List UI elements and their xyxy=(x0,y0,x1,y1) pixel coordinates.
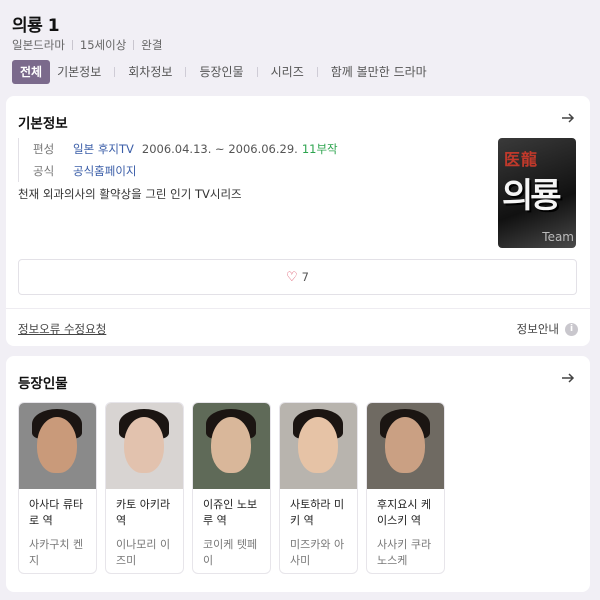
poster-team: Team xyxy=(542,230,574,244)
cast-role: 후지요시 케이스키 역 xyxy=(377,498,432,527)
like-button[interactable]: ♡ 7 xyxy=(18,259,577,295)
tab-episodes[interactable]: 회차정보 xyxy=(121,60,179,84)
channel-link[interactable]: 일본 후지TV xyxy=(73,142,134,156)
cast-role: 이쥬인 노보루 역 xyxy=(203,498,258,527)
info-rows: 편성 일본 후지TV 2006.04.13. ~ 2006.06.29. 11부작 … xyxy=(18,138,488,182)
info-icon: i xyxy=(565,322,578,336)
cast-role: 카토 아키라 역 xyxy=(116,498,171,527)
arrow-right-icon[interactable] xyxy=(560,370,576,386)
cast-photo xyxy=(106,403,183,489)
info-section: 편성 일본 후지TV 2006.04.13. ~ 2006.06.29. 11부작 … xyxy=(18,138,488,202)
cast-list: 아사다 류타로 역 사카구치 켄지 카토 아키라 역 이나모리 이즈미 이쥬인 … xyxy=(18,402,445,574)
cast-actor: 사카구치 켄지 xyxy=(29,538,84,567)
tab-series[interactable]: 시리즈 xyxy=(264,60,311,84)
tab-divider xyxy=(114,67,116,77)
poster-hanja: 医龍 xyxy=(504,150,539,169)
tab-bar: 전체 기본정보 회차정보 등장인물 시리즈 함께 볼만한 드라마 xyxy=(12,60,434,84)
broadcast-label: 편성 xyxy=(33,142,55,156)
tab-related-dramas[interactable]: 함께 볼만한 드라마 xyxy=(324,60,434,84)
official-label: 공식 xyxy=(33,164,55,178)
tab-divider xyxy=(256,67,258,77)
cast-title: 등장인물 xyxy=(18,376,68,392)
meta-rating: 15세이상 xyxy=(79,38,127,52)
cast-item[interactable]: 후지요시 케이스키 역 사사키 쿠라노스케 xyxy=(366,402,445,574)
cast-photo xyxy=(193,403,270,489)
meta-genre: 일본드라마 xyxy=(12,38,65,52)
like-count: 7 xyxy=(301,270,309,284)
broadcast-period: 2006.04.13. ~ 2006.06.29. xyxy=(141,142,298,156)
meta-divider xyxy=(71,40,73,50)
broadcast-value: 일본 후지TV 2006.04.13. ~ 2006.06.29. 11부작 xyxy=(73,141,338,157)
page-title: 의룡 1 xyxy=(12,16,60,36)
title-header: 의룡 1 일본드라마 15세이상 완결 전체 기본정보 회차정보 등장인물 시리… xyxy=(0,0,600,92)
heart-icon: ♡ xyxy=(286,269,298,285)
official-value: 공식홈페이지 xyxy=(73,163,136,179)
cast-role: 사토하라 미키 역 xyxy=(290,498,345,527)
meta-divider xyxy=(133,40,135,50)
basic-info-title: 기본정보 xyxy=(18,116,68,132)
cast-item[interactable]: 카토 아키라 역 이나모리 이즈미 xyxy=(105,402,184,574)
tab-all[interactable]: 전체 xyxy=(12,60,51,84)
report-error-link[interactable]: 정보오류 수정요청 xyxy=(18,321,106,337)
broadcast-row: 편성 일본 후지TV 2006.04.13. ~ 2006.06.29. 11부작 xyxy=(33,138,488,160)
tab-basic-info[interactable]: 기본정보 xyxy=(50,60,108,84)
tab-divider xyxy=(316,67,318,77)
tab-divider xyxy=(185,67,187,77)
cast-item[interactable]: 사토하라 미키 역 미즈카와 아사미 xyxy=(279,402,358,574)
cast-actor: 코이케 텟페이 xyxy=(203,538,258,567)
cast-actor: 사사키 쿠라노스케 xyxy=(377,538,432,567)
info-guide-button[interactable]: 정보안내 i xyxy=(517,321,578,337)
basic-info-card: 기본정보 편성 일본 후지TV 2006.04.13. ~ 2006.06.29.… xyxy=(6,96,590,346)
poster-title: 의룡 xyxy=(502,176,562,216)
description: 천재 외과의사의 활약상을 그린 인기 TV시리즈 xyxy=(18,187,242,201)
poster-image[interactable]: 医龍 의룡 Team xyxy=(498,138,576,248)
episode-count: 11부작 xyxy=(301,142,338,156)
title-meta: 일본드라마 15세이상 완결 xyxy=(12,37,162,53)
cast-photo xyxy=(367,403,444,489)
official-site-link[interactable]: 공식홈페이지 xyxy=(73,164,136,178)
official-row: 공식 공식홈페이지 xyxy=(33,160,488,182)
info-guide-label: 정보안내 xyxy=(516,322,559,336)
cast-item[interactable]: 이쥬인 노보루 역 코이케 텟페이 xyxy=(192,402,271,574)
arrow-right-icon[interactable] xyxy=(560,110,576,126)
cast-actor: 이나모리 이즈미 xyxy=(116,538,171,567)
tab-cast[interactable]: 등장인물 xyxy=(192,60,250,84)
cast-role: 아사다 류타로 역 xyxy=(29,498,84,527)
info-footer: 정보오류 수정요청 정보안내 i xyxy=(6,308,590,346)
meta-status: 완결 xyxy=(141,38,163,52)
cast-photo xyxy=(19,403,96,489)
cast-actor: 미즈카와 아사미 xyxy=(290,538,345,567)
cast-photo xyxy=(280,403,357,489)
cast-card: 등장인물 아사다 류타로 역 사카구치 켄지 카토 아키라 역 이나모리 이즈미… xyxy=(6,356,590,592)
cast-item[interactable]: 아사다 류타로 역 사카구치 켄지 xyxy=(18,402,97,574)
